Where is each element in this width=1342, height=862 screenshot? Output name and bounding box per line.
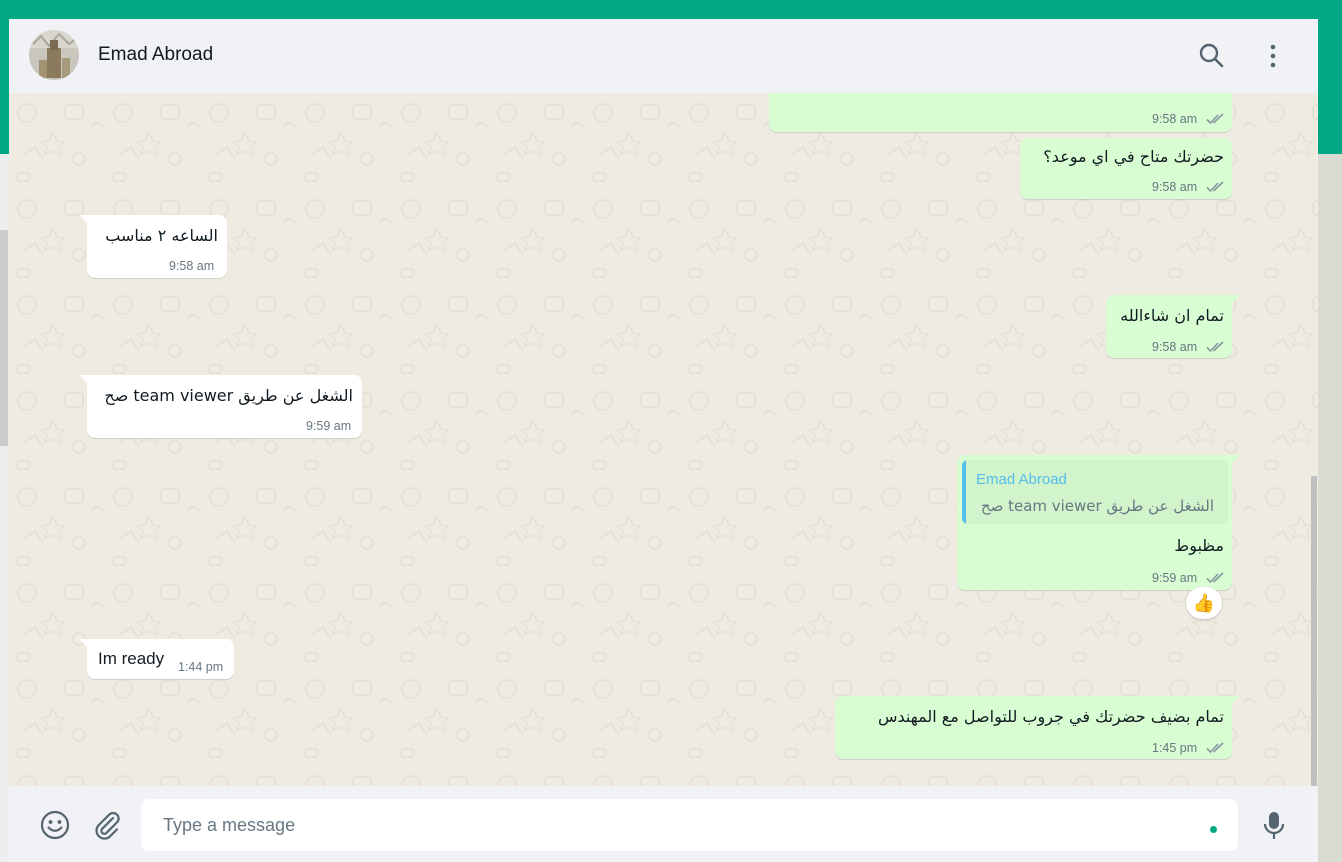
message-text: تمام بضيف حضرتك في جروب للتواصل مع المهن… <box>877 707 1224 726</box>
message-text: الشغل عن طريق team viewer صح <box>104 386 353 405</box>
message-time: 9:59 am <box>306 419 352 433</box>
input-indicator-dot <box>1210 826 1217 833</box>
read-receipt-icon <box>1206 341 1224 352</box>
chat-window: Emad Abroad 9:58 am حضرتك متاح في اي موع… <box>9 19 1318 862</box>
message-time: 1:45 pm <box>1152 741 1198 755</box>
bubble-tail <box>1230 295 1240 305</box>
bubble-tail <box>79 375 89 385</box>
message-bubble-incoming[interactable]: Im ready 1:44 pm <box>79 639 234 679</box>
message-time: 9:58 am <box>1152 340 1198 354</box>
read-receipt-icon <box>1206 113 1224 124</box>
contact-name[interactable]: Emad Abroad <box>98 44 213 66</box>
attach-icon[interactable] <box>91 809 123 841</box>
message-time: 1:44 pm <box>178 660 224 674</box>
message-text: حضرتك متاح في اي موعد؟ <box>1043 147 1224 166</box>
message-input[interactable] <box>161 809 1165 841</box>
message-text: الساعه ٢ مناسب <box>105 226 218 245</box>
microphone-icon[interactable] <box>1259 809 1289 841</box>
message-time: 9:59 am <box>1152 571 1198 585</box>
message-time: 9:58 am <box>1152 112 1198 126</box>
message-bubble-incoming[interactable]: الساعه ٢ مناسب 9:58 am <box>79 215 227 278</box>
quote-accent-bar <box>962 460 966 524</box>
message-list[interactable]: 9:58 am حضرتك متاح في اي موعد؟ 9:58 am ا… <box>9 93 1318 786</box>
bubble-tail <box>1230 455 1240 465</box>
message-bubble-outgoing[interactable]: تمام ان شاءالله 9:58 am <box>1106 295 1240 358</box>
message-bubble-incoming[interactable]: الشغل عن طريق team viewer صح 9:59 am <box>79 375 362 438</box>
message-bubble-outgoing[interactable]: Emad Abroad الشغل عن طريق team viewer صح… <box>957 455 1240 590</box>
read-receipt-icon <box>1206 572 1224 583</box>
bubble-tail <box>79 639 89 649</box>
message-input-box[interactable] <box>141 799 1238 851</box>
quoted-text: الشغل عن طريق team viewer صح <box>980 497 1214 515</box>
message-time: 9:58 am <box>169 259 215 273</box>
message-bubble-outgoing[interactable]: تمام بضيف حضرتك في جروب للتواصل مع المهن… <box>835 696 1240 759</box>
emoji-icon[interactable] <box>39 809 71 841</box>
message-time: 9:58 am <box>1152 180 1198 194</box>
bubble-tail <box>1230 696 1240 706</box>
chat-scrollbar[interactable] <box>1311 476 1317 786</box>
menu-icon[interactable] <box>1259 42 1287 70</box>
quoted-message[interactable]: Emad Abroad الشغل عن طريق team viewer صح <box>962 460 1228 524</box>
search-icon[interactable] <box>1198 42 1226 70</box>
bubble-tail <box>79 215 89 225</box>
chat-header: Emad Abroad <box>9 19 1318 93</box>
message-bubble-outgoing[interactable]: حضرتك متاح في اي موعد؟ 9:58 am <box>1020 138 1232 199</box>
background-scroll-strip <box>0 230 8 446</box>
message-text: Im ready <box>98 649 165 668</box>
quoted-author: Emad Abroad <box>976 471 1067 488</box>
composer-bar <box>9 786 1318 862</box>
read-receipt-icon <box>1206 181 1224 192</box>
message-text: مظبوط <box>1174 536 1224 555</box>
read-receipt-icon <box>1206 742 1224 753</box>
reaction-thumbs-up-icon[interactable]: 👍 <box>1186 587 1222 619</box>
message-bubble-outgoing[interactable]: 9:58 am <box>769 93 1232 132</box>
avatar[interactable] <box>29 30 79 80</box>
message-text: تمام ان شاءالله <box>1120 306 1224 325</box>
